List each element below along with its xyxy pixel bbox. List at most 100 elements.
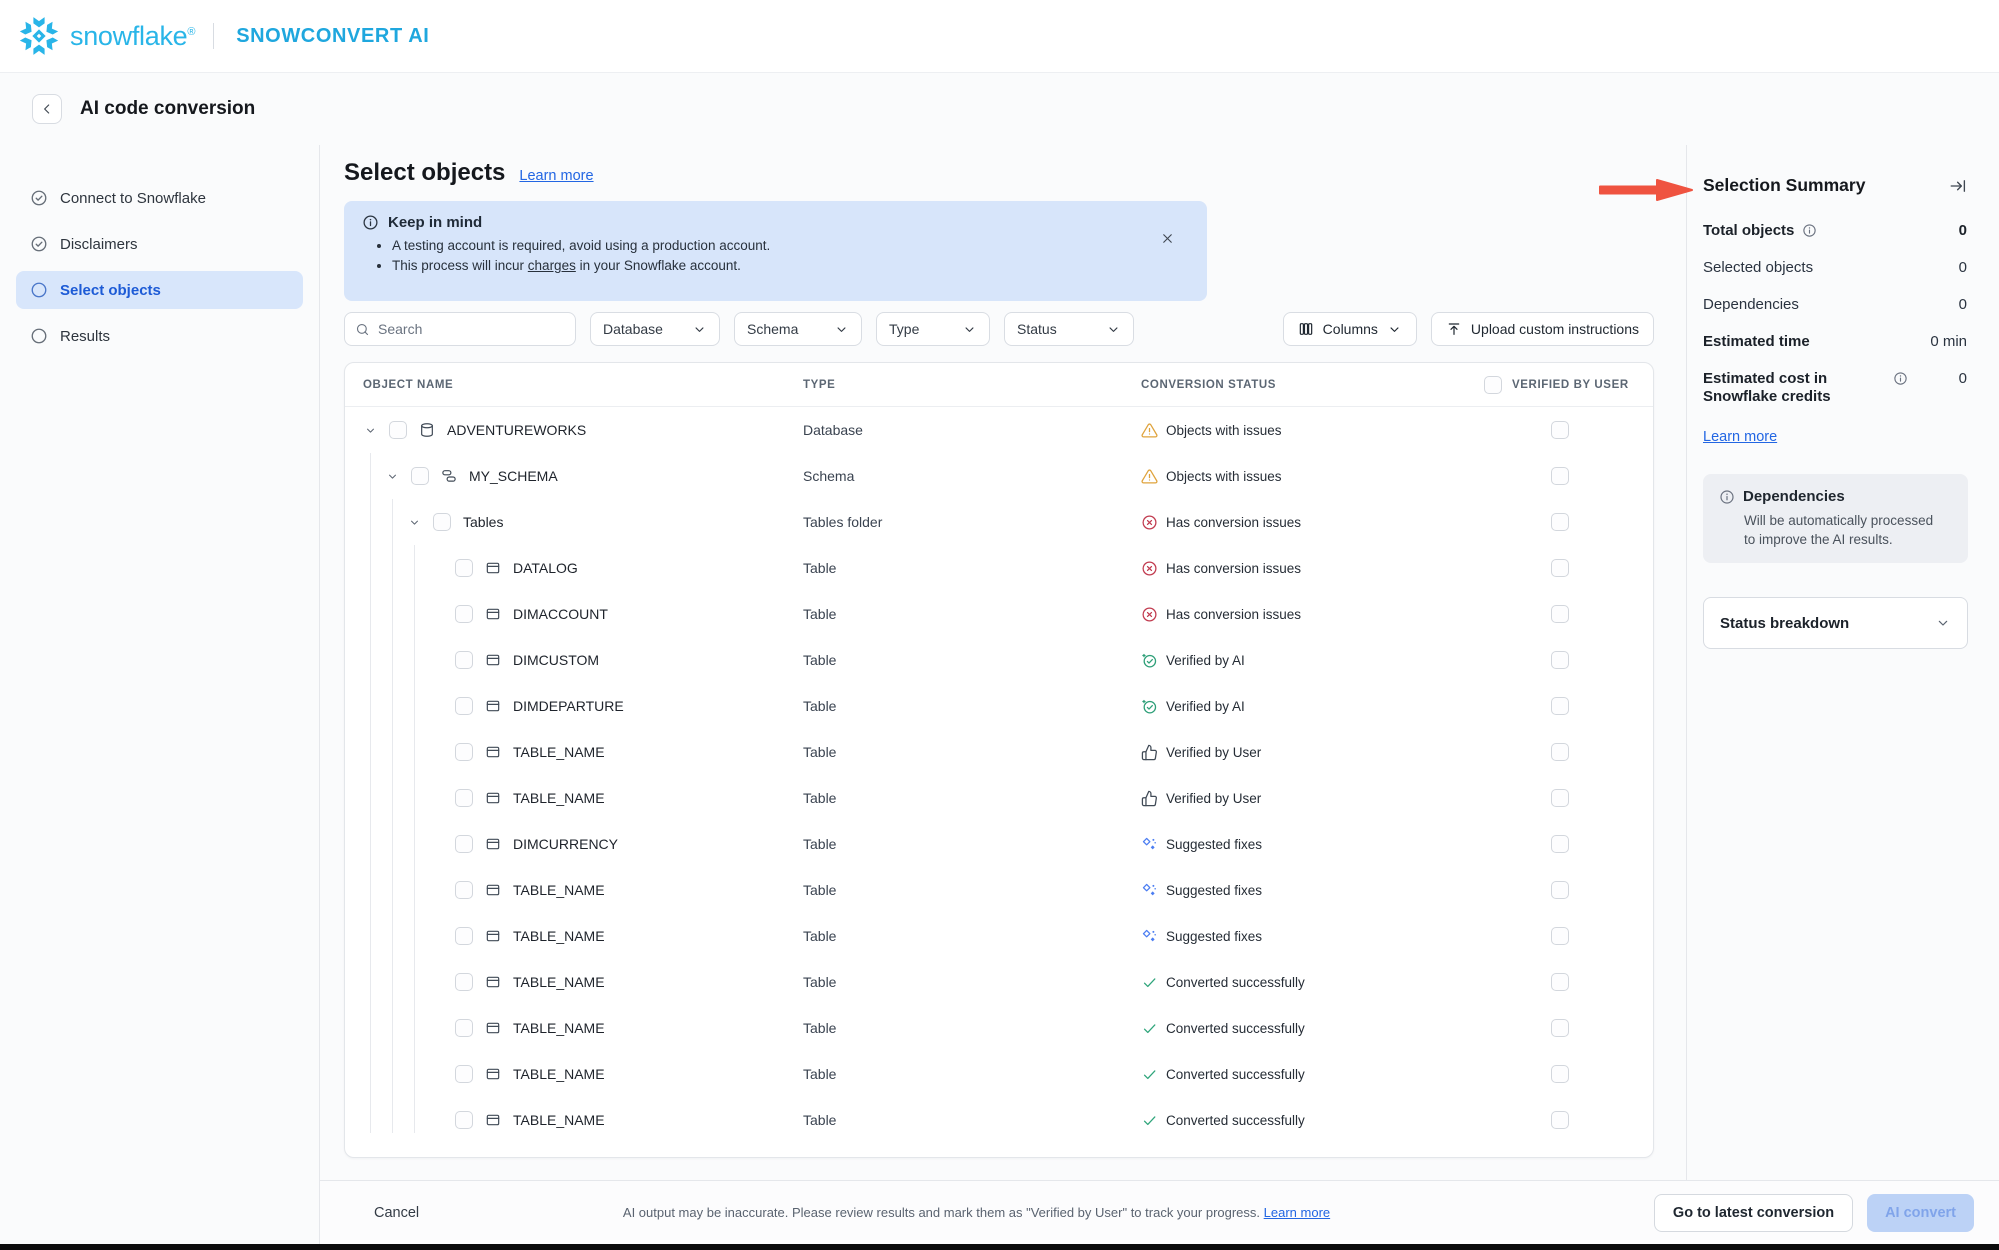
error-icon [1141, 560, 1158, 577]
expand-chevron[interactable] [363, 424, 377, 437]
summary-label: Estimated time [1703, 333, 1810, 351]
snowconvert-app: snowflake® SNOWCONVERT AI AI code conver… [0, 0, 1999, 1250]
sidebar-item-connect-to-snowflake[interactable]: Connect to Snowflake [16, 179, 303, 217]
row-checkbox[interactable] [455, 1111, 473, 1129]
expand-chevron[interactable] [407, 516, 421, 529]
info-icon [1893, 371, 1908, 386]
object-name: ADVENTUREWORKS [447, 422, 586, 438]
verified-checkbox[interactable] [1551, 789, 1569, 807]
columns-button[interactable]: Columns [1283, 312, 1417, 346]
filter-dropdown-type[interactable]: Type [876, 312, 990, 346]
row-checkbox[interactable] [389, 421, 407, 439]
row-checkbox[interactable] [455, 973, 473, 991]
table-row: TABLE_NAMETableVerified by User [345, 775, 1653, 821]
conversion-status: Converted successfully [1141, 974, 1484, 991]
fixes-icon [1141, 928, 1158, 945]
verified-checkbox[interactable] [1551, 697, 1569, 715]
verified-header-checkbox[interactable] [1484, 376, 1502, 394]
status-breakdown-toggle[interactable]: Status breakdown [1703, 597, 1968, 649]
table-icon [485, 928, 501, 944]
info-icon[interactable] [1893, 371, 1908, 386]
table-icon [485, 560, 501, 576]
learn-more-link[interactable]: Learn more [519, 168, 593, 184]
verified-checkbox[interactable] [1551, 743, 1569, 761]
verified-checkbox[interactable] [1551, 1065, 1569, 1083]
sidebar-item-select-objects[interactable]: Select objects [16, 271, 303, 309]
chevron-down-icon [834, 322, 849, 337]
go-to-latest-conversion-button[interactable]: Go to latest conversion [1654, 1194, 1853, 1232]
row-checkbox[interactable] [455, 651, 473, 669]
row-checkbox[interactable] [455, 1065, 473, 1083]
verified-checkbox[interactable] [1551, 927, 1569, 945]
circle-icon [30, 327, 48, 345]
row-checkbox[interactable] [455, 835, 473, 853]
row-checkbox[interactable] [455, 559, 473, 577]
ai-convert-button[interactable]: AI convert [1867, 1194, 1974, 1232]
row-checkbox[interactable] [433, 513, 451, 531]
collapse-panel-icon[interactable] [1949, 177, 1967, 195]
chevron-down-icon [364, 424, 377, 437]
row-checkbox[interactable] [455, 743, 473, 761]
snowflake-logo-icon [18, 15, 60, 57]
conversion-status-label: Suggested fixes [1166, 883, 1262, 898]
verified-checkbox[interactable] [1551, 605, 1569, 623]
summary-value: 0 [1959, 222, 1967, 240]
top-bar: snowflake® SNOWCONVERT AI [0, 0, 1999, 73]
row-checkbox[interactable] [455, 927, 473, 945]
summary-row-estimated-time: Estimated time0 min [1703, 333, 1967, 351]
object-type: Table [803, 744, 1141, 760]
verified-checkbox[interactable] [1551, 421, 1569, 439]
table-icon [485, 698, 501, 714]
upload-custom-instructions-button[interactable]: Upload custom instructions [1431, 312, 1654, 346]
search-input[interactable] [378, 321, 565, 337]
row-checkbox[interactable] [455, 1019, 473, 1037]
banner-bullets: A testing account is required, avoid usi… [392, 238, 1189, 273]
filter-dropdown-schema[interactable]: Schema [734, 312, 862, 346]
verified-checkbox[interactable] [1551, 651, 1569, 669]
warning-icon [1141, 422, 1158, 439]
summary-learn-more-link[interactable]: Learn more [1703, 429, 1777, 445]
footer-learn-more-link[interactable]: Learn more [1264, 1205, 1330, 1220]
info-icon[interactable] [1802, 223, 1817, 238]
verified-checkbox[interactable] [1551, 1019, 1569, 1037]
row-checkbox[interactable] [411, 467, 429, 485]
banner-bullet: A testing account is required, avoid usi… [392, 238, 1189, 253]
verified-checkbox[interactable] [1551, 1111, 1569, 1129]
conversion-status: Objects with issues [1141, 422, 1484, 439]
expand-chevron[interactable] [385, 470, 399, 483]
verified-checkbox[interactable] [1551, 881, 1569, 899]
close-icon[interactable] [1160, 231, 1175, 246]
verified-checkbox[interactable] [1551, 835, 1569, 853]
object-type: Schema [803, 468, 1141, 484]
check-circle-icon [30, 189, 48, 207]
object-type: Table [803, 652, 1141, 668]
conversion-status: Converted successfully [1141, 1066, 1484, 1083]
sidebar-item-disclaimers[interactable]: Disclaimers [16, 225, 303, 263]
filter-dropdown-status[interactable]: Status [1004, 312, 1134, 346]
row-checkbox[interactable] [455, 789, 473, 807]
row-checkbox[interactable] [455, 605, 473, 623]
info-icon [362, 214, 379, 231]
verified-checkbox[interactable] [1551, 973, 1569, 991]
verified-checkbox[interactable] [1551, 559, 1569, 577]
search-input-wrap [344, 312, 576, 346]
bottom-edge-bar [0, 1244, 1999, 1250]
row-checkbox[interactable] [455, 697, 473, 715]
banner-bullet: This process will incur charges in your … [392, 258, 1189, 273]
sidebar-item-results[interactable]: Results [16, 317, 303, 355]
chevron-down-icon [408, 516, 421, 529]
column-header-conversion-status: CONVERSION STATUS [1141, 379, 1484, 391]
conversion-status-label: Converted successfully [1166, 1021, 1305, 1036]
verified-checkbox[interactable] [1551, 467, 1569, 485]
back-button[interactable] [32, 94, 62, 124]
sidebar-item-label: Results [60, 328, 110, 345]
filter-dropdown-database[interactable]: Database [590, 312, 720, 346]
verified-checkbox[interactable] [1551, 513, 1569, 531]
conversion-status-label: Verified by AI [1166, 699, 1245, 714]
chevron-left-icon [39, 101, 55, 117]
row-checkbox[interactable] [455, 881, 473, 899]
cancel-button[interactable]: Cancel [374, 1205, 419, 1221]
charges-link[interactable]: charges [528, 258, 576, 273]
info-icon [362, 214, 379, 231]
error-icon [1141, 514, 1158, 531]
